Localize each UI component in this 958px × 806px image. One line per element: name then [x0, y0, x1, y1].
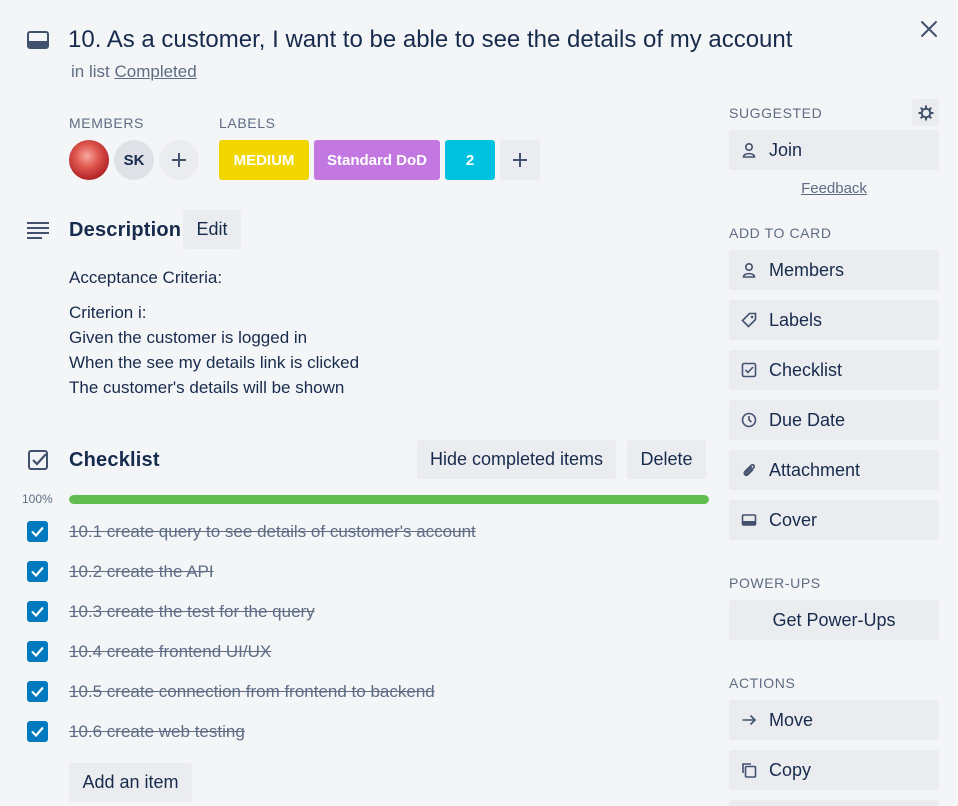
description-heading: Description	[69, 219, 182, 241]
checklist-item-text[interactable]: 10.1 create query to see details of cust…	[69, 522, 476, 542]
checklist-icon	[741, 362, 757, 378]
suggested-settings-button[interactable]	[912, 99, 939, 126]
gear-icon	[918, 105, 933, 120]
powerups-heading: Power-Ups	[729, 575, 821, 591]
checklist-item-text[interactable]: 10.3 create the test for the query	[69, 602, 315, 622]
move-label: Move	[769, 709, 814, 730]
labels-heading: Labels	[219, 115, 276, 131]
clock-icon	[741, 412, 757, 428]
add-checklist-button[interactable]: Checklist	[729, 350, 939, 390]
checklist-heading: Checklist	[69, 449, 160, 471]
add-checklist-label: Checklist	[769, 359, 843, 380]
checklist-checkbox[interactable]	[27, 601, 48, 622]
checkmark-icon	[31, 526, 44, 537]
attachment-button[interactable]: Attachment	[729, 450, 939, 490]
in-list-prefix: in list	[71, 62, 110, 81]
suggested-heading: Suggested	[729, 105, 823, 121]
plus-icon	[172, 153, 186, 167]
due-date-label: Due Date	[769, 409, 846, 430]
paperclip-icon	[743, 463, 756, 477]
attachment-label: Attachment	[769, 459, 861, 480]
checklist-item-text[interactable]: 10.2 create the API	[69, 562, 214, 582]
list-name-link[interactable]: Completed	[114, 62, 196, 81]
checklist-item-text[interactable]: 10.6 create web testing	[69, 722, 245, 742]
add-members-button[interactable]: Members	[729, 250, 939, 290]
description-line: Criterion i:	[69, 303, 147, 322]
description-line: Given the customer is logged in	[69, 328, 308, 347]
avatar[interactable]	[69, 140, 109, 180]
label-medium[interactable]: MEDIUM	[219, 140, 309, 180]
close-icon	[921, 21, 937, 37]
checklist-checkbox[interactable]	[27, 521, 48, 542]
join-label: Join	[769, 139, 803, 160]
members-heading: Members	[69, 115, 144, 131]
checkmark-icon	[31, 646, 44, 657]
close-button[interactable]	[914, 14, 944, 44]
description-line: The customer's details will be shown	[69, 378, 345, 397]
actions-heading: Actions	[729, 675, 796, 691]
checklist-icon	[27, 449, 49, 471]
checklist-progress-bar	[69, 495, 709, 504]
plus-icon	[513, 153, 527, 167]
person-icon	[742, 142, 756, 158]
add-members-label: Members	[769, 259, 845, 280]
description-icon	[26, 221, 50, 241]
hide-completed-button[interactable]: Hide completed items	[417, 440, 616, 479]
cover-icon	[741, 514, 757, 526]
add-labels-label: Labels	[769, 309, 823, 330]
in-list-text: in list Completed	[71, 62, 197, 82]
cover-button[interactable]: Cover	[729, 500, 939, 540]
checklist-checkbox[interactable]	[27, 721, 48, 742]
checklist-checkbox[interactable]	[27, 561, 48, 582]
checklist-percent: 100%	[22, 492, 53, 506]
person-icon	[742, 262, 756, 278]
checklist-checkbox[interactable]	[27, 641, 48, 662]
move-button[interactable]: Move	[729, 700, 939, 740]
join-button[interactable]: Join	[729, 130, 939, 170]
arrow-right-icon	[742, 714, 757, 726]
due-date-button[interactable]: Due Date	[729, 400, 939, 440]
card-title[interactable]: 10. As a customer, I want to be able to …	[68, 24, 792, 56]
description-line: When the see my details link is clicked	[69, 353, 360, 372]
add-label-button[interactable]	[500, 140, 540, 180]
label-2[interactable]: 2	[445, 140, 495, 180]
feedback-link[interactable]: Feedback	[729, 180, 939, 197]
avatar-initials[interactable]: SK	[114, 140, 154, 180]
add-to-card-heading: Add to card	[729, 225, 832, 241]
description-line: Acceptance Criteria:	[69, 268, 223, 287]
edit-description-button[interactable]: Edit	[183, 210, 241, 249]
copy-label: Copy	[769, 759, 812, 780]
copy-button[interactable]: Copy	[729, 750, 939, 790]
card-icon	[26, 28, 50, 52]
checklist-item-text[interactable]: 10.5 create connection from frontend to …	[69, 682, 435, 702]
get-powerups-button[interactable]: Get Power-Ups	[729, 600, 939, 640]
checklist-progress-fill	[69, 495, 709, 504]
add-labels-button[interactable]: Labels	[729, 300, 939, 340]
label-standard-dod[interactable]: Standard DoD	[314, 140, 440, 180]
more-actions-button[interactable]	[729, 800, 939, 806]
delete-checklist-button[interactable]: Delete	[627, 440, 706, 479]
checkmark-icon	[31, 686, 44, 697]
add-member-button[interactable]	[159, 140, 199, 180]
copy-icon	[742, 763, 757, 778]
checkmark-icon	[31, 606, 44, 617]
checklist-item-text[interactable]: 10.4 create frontend UI/UX	[69, 642, 271, 662]
cover-label: Cover	[769, 509, 818, 530]
tag-icon	[741, 312, 757, 328]
checklist-checkbox[interactable]	[27, 681, 48, 702]
checkmark-icon	[31, 726, 44, 737]
add-checklist-item-button[interactable]: Add an item	[69, 763, 192, 802]
checkmark-icon	[31, 566, 44, 577]
